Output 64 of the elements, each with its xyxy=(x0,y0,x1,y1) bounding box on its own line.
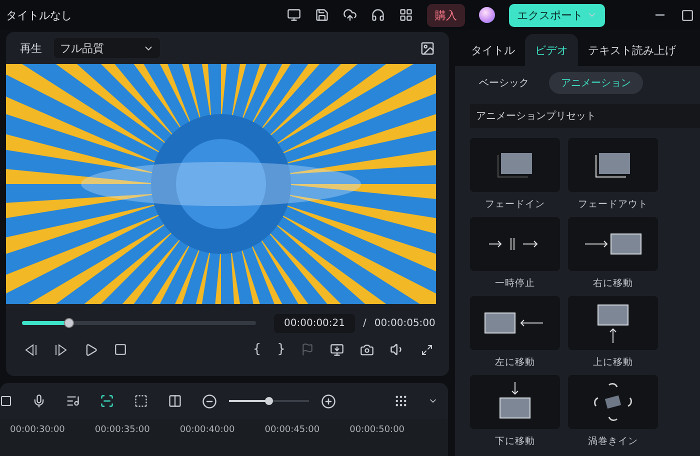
camera-icon[interactable] xyxy=(360,342,374,356)
fit-icon[interactable] xyxy=(168,394,182,408)
preset-card[interactable] xyxy=(470,296,560,350)
preset-label: 左に移動 xyxy=(495,356,535,369)
total-time: 00:00:05:00 xyxy=(374,318,436,328)
ruler-time: 00:00:30:00 xyxy=(10,425,65,437)
buy-button[interactable]: 購入 xyxy=(427,4,465,26)
zoom-thumb[interactable] xyxy=(265,397,273,405)
move-right-icon xyxy=(583,232,643,256)
panel-tab[interactable]: ビデオ xyxy=(525,34,578,66)
grid-icon[interactable] xyxy=(399,8,413,22)
music-list-icon[interactable] xyxy=(66,394,80,408)
monitor-icon[interactable] xyxy=(287,8,301,22)
current-time: 00:00:00:21 xyxy=(274,314,356,332)
maximize-icon[interactable] xyxy=(681,8,694,22)
ruler-time: 00:00:45:00 xyxy=(264,425,320,437)
cloud-upload-icon[interactable] xyxy=(343,8,357,22)
zoom-out-icon[interactable] xyxy=(202,394,217,408)
ruler-time: 00:00:35:00 xyxy=(94,425,150,437)
avatar[interactable] xyxy=(479,7,495,23)
preset-label: フェードアウト xyxy=(578,198,648,211)
save-icon[interactable] xyxy=(315,8,329,22)
sub-tab[interactable]: アニメーション xyxy=(549,72,643,94)
play-icon[interactable] xyxy=(84,342,98,356)
time-separator: / xyxy=(363,318,366,328)
ruler-time: 00:00:50:00 xyxy=(350,425,405,437)
preset-label: 下に移動 xyxy=(495,435,535,448)
playback-label: 再生 xyxy=(20,40,42,56)
preset-card[interactable] xyxy=(568,296,658,350)
move-up-icon xyxy=(596,303,630,343)
display-icon[interactable] xyxy=(330,342,344,356)
preset-card[interactable] xyxy=(470,375,560,429)
preset-label: 渦巻きイン xyxy=(588,435,638,448)
fade-in-icon xyxy=(495,151,535,179)
zoom-in-icon[interactable] xyxy=(321,394,336,408)
ruler-time: 00:00:40:00 xyxy=(180,425,235,437)
headset-icon[interactable] xyxy=(371,8,385,22)
panel-tab[interactable]: テキスト読み上げ xyxy=(578,34,686,66)
previous-frame-icon[interactable] xyxy=(24,342,38,356)
preview-icon[interactable] xyxy=(134,394,148,408)
progress-thumb[interactable] xyxy=(64,318,74,328)
preset-label: 一時停止 xyxy=(495,277,535,290)
preset-label: フェードイン xyxy=(485,198,545,211)
export-button[interactable]: エクスポート xyxy=(509,4,605,26)
image-icon[interactable] xyxy=(420,40,436,56)
marker-button[interactable]: } xyxy=(277,342,286,357)
sub-tab[interactable]: ベーシック xyxy=(467,72,541,94)
preset-label: 右に移動 xyxy=(593,277,633,290)
fullscreen-icon[interactable] xyxy=(421,344,434,356)
panel-tab[interactable]: タイトル xyxy=(461,34,525,66)
quality-dropdown[interactable]: フル品質 xyxy=(54,38,160,58)
preset-card[interactable] xyxy=(568,217,658,271)
scan-icon[interactable] xyxy=(100,394,114,408)
window-title: タイトルなし xyxy=(6,8,73,22)
stop-icon[interactable] xyxy=(114,343,127,356)
marker-button[interactable]: { xyxy=(252,342,262,357)
swirl-icon xyxy=(591,380,635,424)
section-header: アニメーションプリセット xyxy=(470,104,700,128)
fade-out-icon xyxy=(593,151,633,179)
flag-icon[interactable] xyxy=(301,343,314,356)
preset-label: 上に移動 xyxy=(593,356,633,369)
mic-icon[interactable] xyxy=(32,394,46,408)
grip-icon[interactable] xyxy=(394,394,408,408)
next-frame-icon[interactable] xyxy=(54,342,68,356)
